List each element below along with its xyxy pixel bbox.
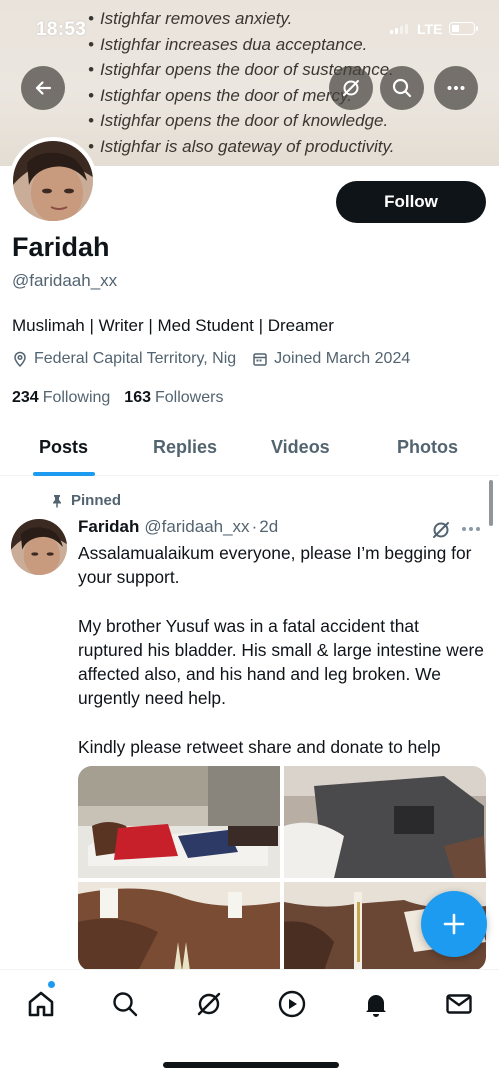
nav-grok[interactable]	[193, 988, 225, 1020]
followers-link[interactable]: 163 Followers	[124, 389, 223, 407]
post-time[interactable]: 2d	[259, 517, 278, 537]
status-time: 18:53	[36, 19, 87, 40]
nav-video[interactable]	[276, 988, 308, 1020]
back-button[interactable]	[21, 66, 65, 110]
post-author-handle[interactable]: @faridaah_xx	[144, 517, 249, 537]
profile-location: Federal Capital Territory, Nig	[12, 350, 236, 368]
profile-bio: Muslimah | Writer | Med Student | Dreame…	[12, 316, 334, 335]
post-image[interactable]	[78, 766, 280, 878]
post-header: Faridah @faridaah_xx · 2d	[78, 517, 278, 537]
banner-line: • Istighfar opens the door of knowledge.	[88, 111, 389, 131]
following-label: Following	[42, 389, 111, 406]
search-icon	[392, 78, 412, 98]
post-image[interactable]	[284, 766, 486, 878]
tab-photos[interactable]: Photos	[397, 437, 458, 458]
banner-line: • Istighfar is also gateway of productivi…	[88, 136, 395, 156]
profile-meta: Federal Capital Territory, Nig Joined Ma…	[12, 350, 426, 368]
post-author-name[interactable]: Faridah	[78, 517, 139, 537]
post-separator: ·	[251, 517, 258, 536]
joined-text: Joined March 2024	[274, 350, 411, 367]
post-paragraph: Assalamualaikum everyone, please I’m beg…	[78, 543, 472, 588]
post-image[interactable]	[78, 882, 280, 971]
profile-joined: Joined March 2024	[252, 350, 410, 368]
signal-icon	[390, 24, 408, 34]
notification-dot	[47, 980, 56, 989]
avatar-photo	[13, 141, 93, 221]
calendar-icon	[253, 353, 267, 366]
post-more-icon[interactable]	[462, 527, 480, 531]
compose-button[interactable]	[421, 891, 487, 957]
nav-search[interactable]	[109, 988, 141, 1020]
home-icon	[28, 991, 54, 1017]
profile-name: Faridah	[12, 232, 110, 262]
search-icon	[113, 992, 138, 1017]
follow-button[interactable]: Follow	[336, 181, 486, 223]
arrow-left-icon	[35, 81, 52, 95]
more-icon	[447, 86, 465, 90]
network-label: LTE	[417, 21, 443, 37]
pinned-label: Pinned	[51, 492, 121, 509]
post-text: Assalamualaikum everyone, please I’m beg…	[78, 541, 488, 783]
nav-messages[interactable]	[443, 988, 475, 1020]
nav-home[interactable]	[25, 988, 57, 1020]
followers-count: 163	[124, 389, 151, 406]
pinned-text: Pinned	[71, 492, 122, 509]
profile-avatar[interactable]	[9, 137, 97, 225]
grok-icon	[343, 80, 359, 96]
following-count: 234	[12, 389, 39, 406]
pin-icon	[53, 494, 61, 507]
tab-replies[interactable]: Replies	[153, 437, 217, 458]
more-button[interactable]	[434, 66, 478, 110]
grok-button[interactable]	[329, 66, 373, 110]
plus-icon	[443, 913, 465, 935]
post-avatar[interactable]	[11, 519, 67, 575]
location-text: Federal Capital Territory, Nig	[34, 350, 237, 367]
tab-active-indicator	[33, 472, 95, 476]
search-button[interactable]	[380, 66, 424, 110]
tab-videos[interactable]: Videos	[271, 437, 330, 458]
location-icon	[14, 351, 26, 367]
avatar-photo	[11, 519, 67, 575]
profile-handle: @faridaah_xx	[12, 271, 118, 290]
mail-icon	[446, 994, 472, 1014]
bell-icon	[366, 995, 386, 1017]
post-paragraph: Kindly please retweet share and donate t…	[78, 736, 441, 757]
post-paragraph: My brother Yusuf was in a fatal accident…	[78, 615, 484, 709]
following-link[interactable]: 234 Following	[12, 389, 110, 407]
profile-tabs: Posts Replies Videos Photos	[0, 418, 499, 476]
follow-stats: 234 Following 163 Followers	[12, 389, 237, 407]
status-bar: 18:53 LTE	[0, 0, 499, 60]
grok-icon	[433, 522, 449, 538]
home-indicator[interactable]	[163, 1062, 339, 1068]
nav-notifications[interactable]	[360, 988, 392, 1020]
play-icon	[278, 990, 306, 1018]
followers-label: Followers	[155, 389, 224, 406]
scrollbar[interactable]	[489, 480, 493, 526]
tab-posts[interactable]: Posts	[39, 437, 88, 458]
battery-icon	[449, 22, 478, 35]
grok-icon	[197, 992, 221, 1016]
